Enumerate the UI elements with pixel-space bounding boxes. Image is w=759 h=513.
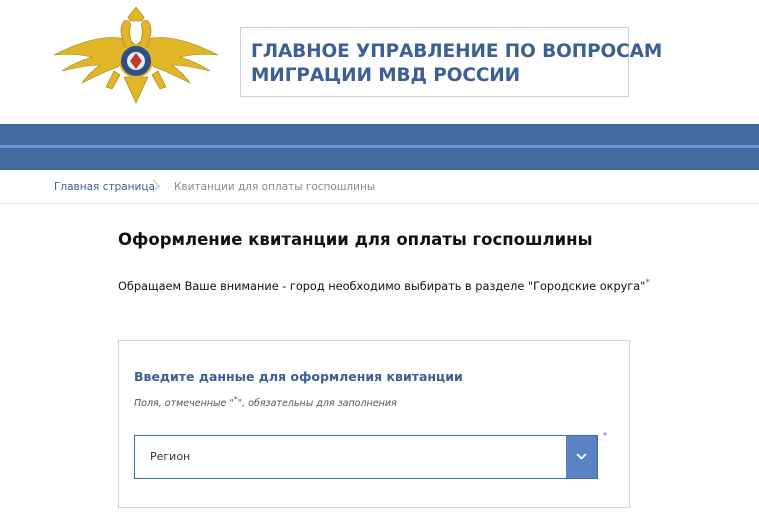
agency-title-box: ГЛАВНОЕ УПРАВЛЕНИЕ ПО ВОПРОСАМ МИГРАЦИИ …: [240, 27, 663, 97]
region-select-value: Регион: [150, 450, 191, 463]
chevron-right-icon: [152, 179, 160, 193]
page-title: Оформление квитанции для оплаты госпошли…: [118, 230, 593, 249]
city-selection-notice: Обращаем Ваше внимание - город необходим…: [118, 278, 650, 293]
site-header: ГЛАВНОЕ УПРАВЛЕНИЕ ПО ВОПРОСАМ МИГРАЦИИ …: [0, 0, 759, 124]
hint-text-before: Поля, отмеченные ": [134, 398, 234, 410]
breadcrumb: Главная страница Квитанции для оплаты го…: [0, 170, 759, 204]
emblem-icon: [53, 6, 219, 104]
agency-title-line-2: МИГРАЦИИ МВД РОССИИ: [251, 65, 521, 86]
required-fields-hint: Поля, отмеченные "*", обязательны для за…: [134, 395, 397, 409]
band-stripe: [0, 145, 759, 148]
chevron-down-icon: [576, 453, 587, 460]
hint-text-after: ", обязательны для заполнения: [237, 398, 397, 410]
region-select[interactable]: Регион: [134, 435, 598, 479]
notice-text: Обращаем Ваше внимание - город необходим…: [118, 279, 646, 293]
notice-required-marker: *: [645, 278, 650, 288]
top-blue-band: [0, 124, 759, 170]
breadcrumb-home-link[interactable]: Главная страница: [54, 181, 155, 193]
agency-title-line-1: ГЛАВНОЕ УПРАВЛЕНИЕ ПО ВОПРОСАМ: [251, 41, 663, 62]
form-title: Введите данные для оформления квитанции: [134, 369, 463, 384]
receipt-form-card: Введите данные для оформления квитанции …: [118, 340, 630, 508]
region-required-marker: *: [603, 431, 607, 440]
breadcrumb-current: Квитанции для оплаты госпошлины: [174, 181, 376, 193]
region-select-toggle[interactable]: [566, 436, 597, 478]
